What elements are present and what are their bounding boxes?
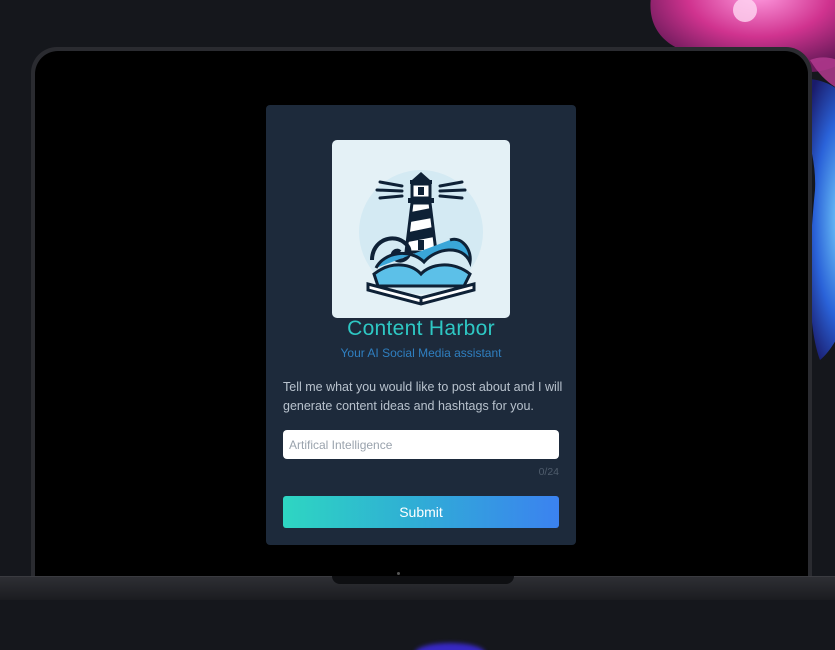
- app-card: Content Harbor Your AI Social Media assi…: [266, 105, 576, 545]
- camera-dot: [397, 572, 400, 575]
- app-title: Content Harbor: [347, 317, 495, 340]
- submit-button[interactable]: Submit: [283, 496, 559, 528]
- app-logo: [332, 140, 510, 318]
- laptop-hinge-notch: [332, 576, 514, 584]
- topic-input[interactable]: [283, 430, 559, 459]
- page-stage: Content Harbor Your AI Social Media assi…: [0, 0, 835, 650]
- floor-glow-decoration: [415, 643, 485, 650]
- instructions-text: Tell me what you would like to post abou…: [283, 380, 563, 413]
- lighthouse-book-icon: [359, 170, 483, 306]
- character-counter: 0/24: [538, 466, 559, 478]
- app-subtitle: Your AI Social Media assistant: [340, 346, 502, 360]
